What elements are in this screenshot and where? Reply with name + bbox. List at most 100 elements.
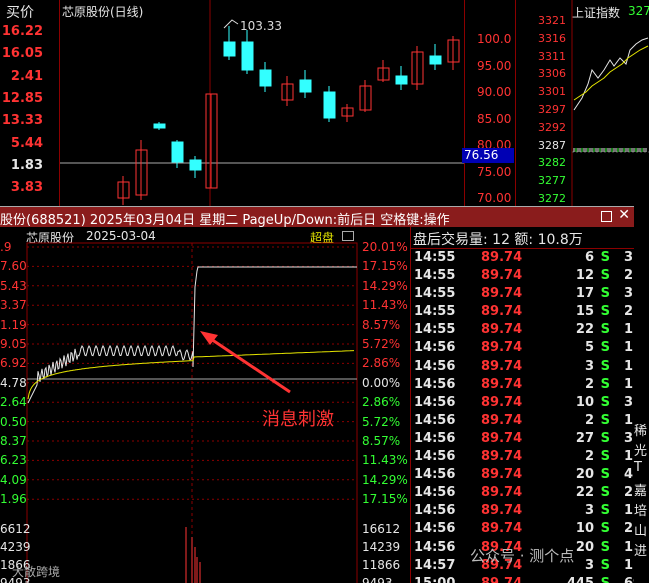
trade-side: S [600,322,610,338]
trade-volume: 5 [584,340,594,356]
candle-body [395,75,408,85]
close-icon[interactable]: ✕ [618,207,630,223]
quote-panel: 买价 16.22 16.05 2.41 12.85 13.33 5.44 1.83 3.83 [0,0,60,206]
trade-price: 89.74 [481,340,523,356]
trade-count: 1 [624,557,634,573]
trade-count: 3 [624,394,634,410]
trade-volume: 20 [575,539,594,555]
trade-count: 4 [624,467,634,483]
left-axis-tick: 6.23 [0,453,27,468]
side-stock-char: 培 [634,504,648,519]
trade-volume: 2 [584,449,594,465]
trade-side: S [600,358,610,374]
trade-time: 14:56 [414,467,456,483]
left-axis-tick: 6.92 [0,356,27,371]
trade-row: 14:56 89.74 20 S 4 [411,466,634,484]
trade-price: 89.74 [481,467,523,483]
trade-row: 14:55 89.74 12 S 2 [411,267,634,285]
trade-count: 69 [624,576,634,583]
trade-volume: 2 [584,412,594,428]
right-axis-tick: 14.29% [362,472,408,487]
trade-side: S [600,268,610,284]
trade-side: S [600,467,610,483]
trade-price: 89.74 [481,268,523,284]
trade-time: 15:00 [414,576,455,583]
trade-row: 14:56 89.74 2 S 1 [411,412,634,430]
right-axis-tick: 17.15% [362,492,408,507]
trade-time: 14:56 [414,430,456,446]
trade-price: 89.74 [481,503,523,519]
side-stock-char: 嘉 [634,484,648,499]
daily-kline-chart[interactable]: 芯原股份(日线) 103.33 [60,0,464,206]
trade-side: S [600,340,610,356]
right-axis-tick: 17.15% [362,259,408,274]
trade-time: 14:55 [414,250,456,265]
index-panel[interactable]: 上证指数 327 3321 3316 3311 3306 3301 3297 3292 328… [516,0,649,206]
trade-time: 14:56 [414,376,456,392]
intraday-chart[interactable]: 芯原股份 2025-03-04 超盘 .9 7.60 5.43 3.37 1.19 9.0… [0,227,410,583]
trade-price: 89.74 [481,394,523,410]
news-stimulus-annotation: 消息刺激 [262,409,334,430]
candle-body [153,123,166,129]
quote-price: 12.85 [1,90,43,106]
left-axis-tick: 0.50 [0,414,27,429]
tick-trades-panel[interactable]: 盘后交易量: 12 额: 10.8万 14:55 89.74 6 S 3 14:55 89.… [410,227,634,583]
quote-price: 2.41 [10,68,43,84]
right-axis-tick: 14.29% [362,278,408,293]
left-axis-tick: 4239 [0,540,31,554]
trade-price: 89.74 [481,430,523,446]
trade-price: 89.74 [481,322,523,338]
trade-volume: 3 [584,358,594,374]
quote-price: 3.83 [10,180,43,196]
right-axis-tick: 0.00% [362,375,401,390]
window-title-bar[interactable]: 股份(688521) 2025年03月04日 星期二 PageUp/Down:前… [0,207,634,228]
daily-axis-tick: 95.00 [477,58,512,73]
trade-row: 14:56 89.74 27 S 3 [411,430,634,448]
trade-volume: 27 [575,430,594,446]
right-axis-tick: 16612 [362,522,401,536]
daily-price-axis: 100.0 95.00 90.00 85.00 80.00 75.00 70.00 [464,0,516,206]
trade-side: S [600,412,610,428]
trade-time: 14:56 [414,503,456,519]
candle-body [223,41,236,57]
trade-side: S [600,430,610,446]
candle-body [299,79,312,93]
trade-side: S [600,286,610,302]
trade-volume: 22 [575,322,594,338]
trade-side: S [601,576,610,583]
trade-price: 89.74 [481,304,523,320]
trade-time: 14:56 [414,521,456,537]
trade-count: 3 [624,430,634,446]
right-axis-tick: 5.72% [362,414,401,429]
intraday-window[interactable]: 股份(688521) 2025年03月04日 星期二 PageUp/Down:前… [0,206,634,583]
trade-side: S [600,539,610,555]
daily-axis-tick: 100.0 [477,32,512,46]
right-axis-tick: 11.43% [362,298,408,313]
trade-count: 1 [624,340,634,356]
trade-row: 14:56 89.74 10 S 2 [411,520,634,538]
trade-time: 14:56 [414,485,456,501]
trade-side: S [600,557,610,573]
left-axis-tick: 4.78 [0,375,27,390]
trade-count: 3 [624,250,634,265]
trade-volume: 2 [584,376,594,392]
trade-time: 14:55 [414,268,456,284]
side-stock-char: 光 [634,444,648,459]
trade-side: S [600,250,610,265]
candle-body [189,159,202,171]
left-axis-tick: 1.19 [0,317,27,332]
trade-row: 14:56 89.74 10 S 3 [411,394,634,412]
intraday-svg [26,242,358,583]
trade-price: 89.74 [481,412,523,428]
maximize-icon[interactable] [601,211,612,222]
right-axis-tick: 2.86% [362,356,401,371]
quote-price: 1.83 [10,157,43,173]
high-marker-icon [223,19,239,29]
index-price-line [573,37,649,111]
trade-volume: 3 [584,503,594,519]
trade-row: 14:56 89.74 5 S 1 [411,339,634,357]
left-axis-tick: 4.09 [0,472,27,487]
watermark: 公众号 · 测个点 [470,547,575,565]
trade-side: S [600,503,610,519]
trade-count: 2 [624,304,634,320]
